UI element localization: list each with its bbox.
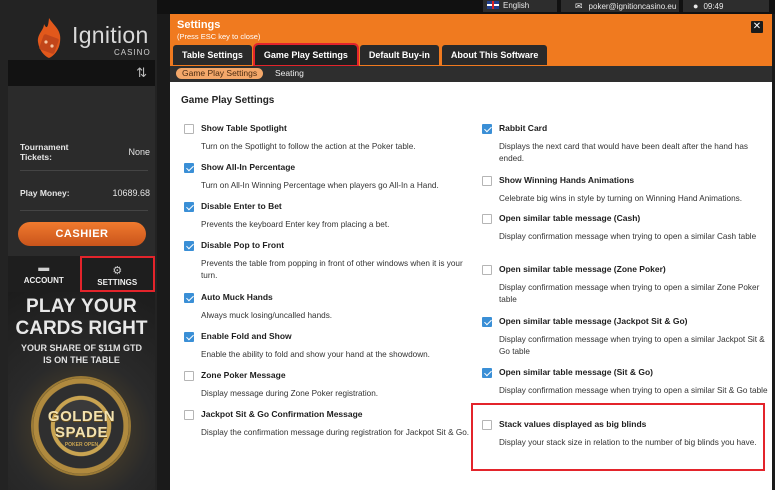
option-title: Open similar table message (Zone Poker)	[499, 264, 666, 274]
option-desc: Display confirmation message when trying…	[499, 232, 757, 241]
divider	[20, 210, 148, 211]
promo-subline-1: YOUR SHARE OF $11M GTD	[20, 343, 143, 353]
checkbox-zone-poker-message[interactable]	[184, 371, 194, 381]
brand-name: Ignition	[72, 22, 149, 48]
option-desc: Prevents the keyboard Enter key from pla…	[201, 220, 390, 229]
settings-dialog: Settings (Press ESC key to close) ✕ Tabl…	[170, 14, 772, 490]
option-title: Auto Muck Hands	[201, 292, 273, 302]
checkbox-disable-pop-to-front[interactable]	[184, 241, 194, 251]
sidebar: Ignition CASINO ⇅ Tournament Tickets: No…	[0, 0, 157, 490]
option-title: Show Winning Hands Animations	[499, 175, 635, 185]
promo-headline-2: CARDS RIGHT	[15, 318, 148, 339]
option-title: Show All-In Percentage	[201, 162, 296, 172]
option-desc: Display confirmation message when trying…	[499, 283, 760, 304]
option-desc: Display confirmation message when trying…	[499, 335, 765, 356]
close-button[interactable]: ✕	[751, 21, 763, 33]
option-desc: Turn on the Spotlight to follow the acti…	[201, 142, 416, 151]
checkbox-similar-table-cash[interactable]	[482, 214, 492, 224]
settings-header: Settings (Press ESC key to close) ✕ Tabl…	[170, 14, 772, 67]
subtab-seating[interactable]: Seating	[275, 68, 304, 79]
option-desc: Displays the next card that would have b…	[499, 142, 748, 163]
email-label: poker@ignitioncasino.eu	[588, 2, 677, 11]
option-title: Show Table Spotlight	[201, 123, 287, 133]
tab-game-play-settings[interactable]: Game Play Settings	[252, 43, 359, 67]
tab-table-settings[interactable]: Table Settings	[173, 45, 252, 65]
option-desc: Enable the ability to fold and show your…	[201, 350, 430, 359]
clock-time: 09:49	[703, 2, 724, 11]
checkbox-show-all-in-percentage[interactable]	[184, 163, 194, 173]
promo-banner[interactable]: PLAY YOUR CARDS RIGHT YOUR SHARE OF $11M…	[8, 292, 155, 490]
tab-default-buy-in[interactable]: Default Buy-in	[359, 45, 439, 65]
checkbox-enable-fold-and-show[interactable]	[184, 332, 194, 342]
checkbox-auto-muck-hands[interactable]	[184, 293, 194, 303]
flame-logo-icon	[37, 18, 61, 58]
tournament-tickets-row: Tournament Tickets: None	[20, 142, 150, 162]
clock-icon: ●	[693, 1, 699, 11]
highlight-annotation	[471, 403, 765, 471]
promo-subline-2: IS ON THE TABLE	[43, 355, 120, 365]
option-title: Open similar table message (Sit & Go)	[499, 367, 653, 377]
checkbox-similar-table-jackpot[interactable]	[482, 317, 492, 327]
golden-spade-logo-3: POKER OPEN	[64, 442, 99, 448]
briefcase-icon: ▬	[38, 262, 50, 274]
account-bar: ⇅	[8, 60, 155, 86]
account-tab-label: ACCOUNT	[23, 276, 64, 285]
brand-sub: CASINO	[114, 48, 151, 57]
option-title: Open similar table message (Cash)	[499, 213, 641, 223]
ignition-logo[interactable]: Ignition CASINO	[14, 8, 154, 58]
option-title: Jackpot Sit & Go Confirmation Message	[201, 409, 363, 419]
subtab-game-play-settings[interactable]: Game Play Settings	[176, 68, 264, 79]
clock-display: ● 09:49	[683, 0, 769, 12]
language-selector[interactable]: English	[483, 0, 557, 12]
checkbox-rabbit-card[interactable]	[482, 124, 492, 134]
section-title: Game Play Settings	[181, 95, 275, 106]
checkbox-show-table-spotlight[interactable]	[184, 124, 194, 134]
settings-tabs: Table Settings Game Play Settings Defaul…	[173, 43, 550, 67]
option-title: Disable Enter to Bet	[201, 201, 282, 211]
play-money-value: 10689.68	[112, 188, 150, 198]
option-title: Rabbit Card	[499, 123, 548, 133]
settings-subtitle: (Press ESC key to close)	[177, 32, 261, 41]
settings-tab[interactable]: ⚙ SETTINGS	[79, 256, 155, 292]
option-title: Disable Pop to Front	[201, 240, 285, 250]
mail-icon: ✉	[575, 1, 583, 11]
language-label: English	[503, 1, 530, 10]
refresh-icon[interactable]: ⇅	[136, 65, 147, 81]
gear-icon: ⚙	[112, 265, 123, 277]
checkbox-disable-enter-to-bet[interactable]	[184, 202, 194, 212]
option-desc: Display the confirmation message during …	[201, 428, 470, 437]
settings-subtabs: Game Play Settings Seating	[170, 66, 772, 82]
option-desc: Display message during Zone Poker regist…	[201, 389, 379, 398]
settings-tab-label: SETTINGS	[97, 278, 138, 287]
checkbox-jackpot-sng-confirmation[interactable]	[184, 410, 194, 420]
option-title: Enable Fold and Show	[201, 331, 292, 341]
play-money-label: Play Money:	[20, 188, 70, 198]
tournament-tickets-value: None	[128, 147, 150, 157]
checkbox-similar-table-sng[interactable]	[482, 368, 492, 378]
cashier-button[interactable]: CASHIER	[18, 222, 146, 246]
option-desc: Display confirmation message when trying…	[499, 386, 768, 395]
option-desc: Always muck losing/uncalled hands.	[201, 311, 333, 320]
golden-spade-logo-2: SPADE	[54, 424, 109, 441]
uk-flag-icon	[487, 1, 499, 9]
option-desc: Celebrate big wins in style by turning o…	[499, 194, 743, 203]
email-display[interactable]: ✉ poker@ignitioncasino.eu	[561, 0, 679, 12]
checkbox-winning-hands-animations[interactable]	[482, 176, 492, 186]
golden-spade-logo-1: GOLDEN	[47, 408, 116, 425]
option-title: Open similar table message (Jackpot Sit …	[499, 316, 688, 326]
checkbox-similar-table-zone[interactable]	[482, 265, 492, 275]
sidebar-tabs: ▬ ACCOUNT ⚙ SETTINGS	[8, 256, 155, 292]
account-tab[interactable]: ▬ ACCOUNT	[8, 256, 80, 292]
divider	[20, 170, 148, 171]
option-title: Zone Poker Message	[201, 370, 286, 380]
option-desc: Prevents the table from popping in front…	[201, 259, 463, 280]
top-bar: English ✉ poker@ignitioncasino.eu ● 09:49	[157, 0, 775, 14]
tournament-tickets-label: Tournament Tickets:	[20, 142, 69, 162]
play-money-row: Play Money: 10689.68	[20, 188, 150, 198]
settings-title: Settings	[177, 19, 221, 31]
tab-about-software[interactable]: About This Software	[441, 45, 548, 65]
promo-headline-1: PLAY YOUR	[25, 296, 138, 317]
option-desc: Turn on All-In Winning Percentage when p…	[201, 181, 439, 190]
